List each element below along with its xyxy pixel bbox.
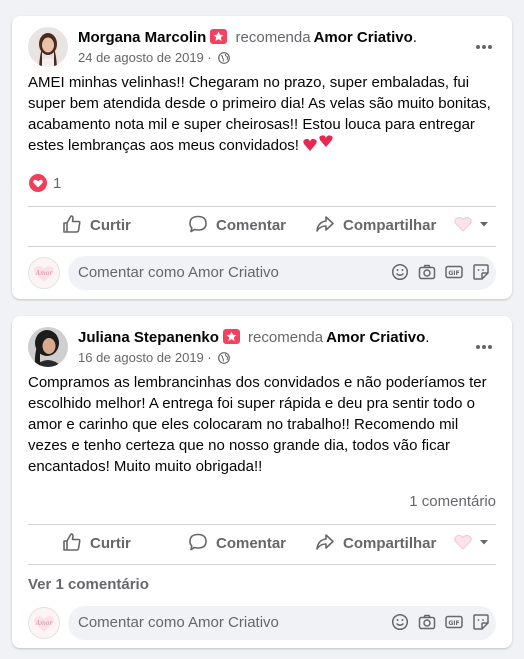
sticker-icon[interactable] xyxy=(472,613,490,631)
post-header: Juliana Stepanenko recomenda Amor Criativ… xyxy=(28,327,496,369)
page-suffix: . xyxy=(425,329,430,346)
comment-button[interactable]: Comentar xyxy=(188,526,286,562)
composer-icons: GIF xyxy=(382,263,490,283)
comment-placeholder: Comentar como Amor Criativo xyxy=(78,614,279,631)
comment-composer: Amor Comentar como Amor Criativo GIF xyxy=(28,606,496,640)
sticker-icon[interactable] xyxy=(472,263,490,281)
recommend-badge-icon xyxy=(210,29,228,44)
page-suffix: . xyxy=(412,29,417,46)
two-hearts-emoji-icon xyxy=(302,135,336,159)
post-actions: Curtir Comentar Compartilhar xyxy=(28,208,496,244)
share-button[interactable]: Compartilhar xyxy=(315,208,436,244)
author-avatar[interactable] xyxy=(28,27,68,67)
comment-label: Comentar xyxy=(216,217,287,234)
comment-icon xyxy=(189,215,207,233)
comment-input[interactable]: Comentar como Amor Criativo GIF xyxy=(68,606,496,640)
like-icon xyxy=(63,533,81,551)
globe-icon xyxy=(218,52,231,68)
page-avatar-dropdown-icon xyxy=(454,217,488,232)
gif-icon[interactable]: GIF xyxy=(445,613,463,631)
divider xyxy=(28,524,496,525)
divider xyxy=(28,564,496,565)
post-date[interactable]: 16 de agosto de 2019 · xyxy=(78,350,212,365)
camera-icon[interactable] xyxy=(418,613,436,631)
post-text: Compramos as lembrancinhas dos convidado… xyxy=(28,374,487,475)
review-post-1: Morgana Marcolin recomenda Amor Criativo.… xyxy=(12,16,512,299)
share-icon xyxy=(316,216,334,232)
page-avatar-dropdown-icon xyxy=(454,535,488,550)
share-icon xyxy=(316,534,334,550)
page-name[interactable]: Amor Criativo xyxy=(314,29,413,46)
comment-button[interactable]: Comentar xyxy=(188,208,286,244)
page-avatar-text: Amor xyxy=(35,620,54,627)
comment-composer: Amor Comentar como Amor Criativo GIF xyxy=(28,256,496,290)
love-reaction-icon xyxy=(29,174,47,192)
globe-icon xyxy=(218,352,231,368)
post-header: Morgana Marcolin recomenda Amor Criativo.… xyxy=(28,27,496,69)
view-comments-link[interactable]: Ver 1 comentário xyxy=(28,576,149,593)
post-body: AMEI minhas velinhas!! Chegaram no prazo… xyxy=(28,74,491,154)
svg-text:GIF: GIF xyxy=(448,620,459,627)
post-text: AMEI minhas velinhas!! Chegaram no prazo… xyxy=(28,72,496,159)
share-label: Compartilhar xyxy=(343,535,437,552)
author-name[interactable]: Juliana Stepanenko xyxy=(78,329,219,346)
identity-switcher[interactable] xyxy=(453,526,507,562)
share-button[interactable]: Compartilhar xyxy=(315,526,436,562)
author-line: Morgana Marcolin recomenda Amor Criativo. xyxy=(78,28,417,48)
page-avatar[interactable]: Amor xyxy=(28,257,60,289)
like-icon xyxy=(63,215,81,233)
comment-icon xyxy=(189,533,207,551)
reaction-count: 1 xyxy=(53,175,62,192)
like-button[interactable]: Curtir xyxy=(62,208,131,244)
svg-text:GIF: GIF xyxy=(448,270,459,277)
like-button[interactable]: Curtir xyxy=(62,526,131,562)
comment-placeholder: Comentar como Amor Criativo xyxy=(78,264,279,281)
recommends-text: recomenda xyxy=(235,29,311,46)
post-meta: 16 de agosto de 2019 · xyxy=(78,350,231,368)
like-label: Curtir xyxy=(90,217,131,234)
page-avatar[interactable]: Amor xyxy=(28,607,60,639)
post-date[interactable]: 24 de agosto de 2019 · xyxy=(78,50,212,65)
more-options-icon[interactable] xyxy=(472,337,496,357)
page-avatar-text: Amor xyxy=(35,270,54,277)
comment-label: Comentar xyxy=(216,535,287,552)
identity-switcher[interactable] xyxy=(453,208,507,244)
more-options-icon[interactable] xyxy=(472,37,496,57)
author-line: Juliana Stepanenko recomenda Amor Criativ… xyxy=(78,328,429,348)
post-meta: 24 de agosto de 2019 · xyxy=(78,50,231,68)
review-post-2: Juliana Stepanenko recomenda Amor Criativ… xyxy=(12,316,512,648)
emoji-icon[interactable] xyxy=(391,263,409,281)
divider xyxy=(28,246,496,247)
post-actions: Curtir Comentar Compartilhar xyxy=(28,526,496,562)
emoji-icon[interactable] xyxy=(391,613,409,631)
composer-icons: GIF xyxy=(382,613,490,633)
camera-icon[interactable] xyxy=(418,263,436,281)
comment-input[interactable]: Comentar como Amor Criativo GIF xyxy=(68,256,496,290)
share-label: Compartilhar xyxy=(343,217,437,234)
page-name[interactable]: Amor Criativo xyxy=(326,329,425,346)
author-name[interactable]: Morgana Marcolin xyxy=(78,29,206,46)
gif-icon[interactable]: GIF xyxy=(445,263,463,281)
reactions-summary[interactable]: 1 xyxy=(29,174,61,194)
divider xyxy=(28,206,496,207)
recommends-text: recomenda xyxy=(248,329,324,346)
comment-count[interactable]: 1 comentário xyxy=(409,493,496,510)
author-avatar[interactable] xyxy=(28,327,68,367)
recommend-badge-icon xyxy=(222,329,240,344)
like-label: Curtir xyxy=(90,535,131,552)
